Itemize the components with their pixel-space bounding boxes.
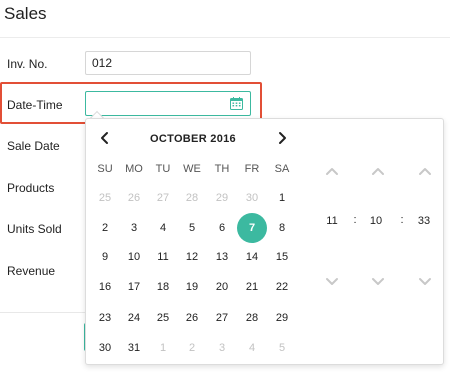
page-title: Sales [4,4,47,23]
day-cell[interactable]: 5 [267,333,297,363]
day-cell[interactable]: 21 [237,272,267,302]
day-cell[interactable]: 27 [207,303,237,333]
day-cell[interactable]: 30 [237,183,267,213]
chevron-left-icon[interactable] [96,129,114,147]
day-cell[interactable]: 6 [207,213,237,243]
title-divider [0,37,450,38]
day-cell[interactable]: 29 [207,183,237,213]
footer-divider [0,312,86,313]
day-cell[interactable]: 26 [119,183,149,213]
day-cell[interactable]: 3 [119,213,149,243]
day-cell-selected[interactable]: 7 [237,213,267,243]
weekday-label: MO [125,163,143,175]
day-cell[interactable]: 1 [148,333,178,363]
weekday-label: FR [244,163,260,175]
weekday-label: TH [214,163,230,175]
second-up-icon[interactable] [418,163,432,175]
hour-up-icon[interactable] [325,163,339,175]
day-cell[interactable]: 15 [267,242,297,272]
inv-no-field[interactable] [85,51,251,75]
day-cell[interactable]: 16 [90,272,120,302]
day-cell[interactable]: 14 [237,242,267,272]
day-cell[interactable]: 18 [148,272,178,302]
weekday-label: TU [155,163,171,175]
day-cell[interactable]: 31 [119,333,149,363]
hour-value[interactable]: 11 [320,215,344,227]
day-cell[interactable]: 17 [119,272,149,302]
day-cell[interactable]: 5 [177,213,207,243]
day-cell[interactable]: 24 [119,303,149,333]
day-cell[interactable]: 28 [177,183,207,213]
minute-value[interactable]: 10 [364,215,388,227]
day-cell[interactable]: 4 [237,333,267,363]
day-cell[interactable]: 29 [267,303,297,333]
day-cell[interactable]: 2 [90,213,120,243]
day-cell[interactable]: 19 [177,272,207,302]
products-label: Products [7,181,55,195]
minute-up-icon[interactable] [371,163,385,175]
day-cell[interactable]: 26 [177,303,207,333]
day-cell[interactable]: 30 [90,333,120,363]
day-cell[interactable]: 23 [90,303,120,333]
time-separator: : [400,214,404,226]
day-cell[interactable]: 1 [267,183,297,213]
datetime-label: Date-Time [7,98,63,112]
day-cell[interactable]: 25 [148,303,178,333]
sale-date-label: Sale Date [7,139,60,153]
day-cell[interactable]: 13 [207,242,237,272]
day-cell[interactable]: 9 [90,242,120,272]
day-cell[interactable]: 11 [148,242,178,272]
weekday-label: WE [183,163,201,175]
weekday-label: SU [97,163,113,175]
day-cell[interactable]: 25 [90,183,120,213]
units-sold-label: Units Sold [7,222,62,236]
day-cell[interactable]: 12 [177,242,207,272]
day-cell[interactable]: 2 [177,333,207,363]
day-cell[interactable]: 3 [207,333,237,363]
day-cell[interactable]: 22 [267,272,297,302]
time-separator: : [353,214,357,226]
day-cell[interactable]: 10 [119,242,149,272]
day-cell[interactable]: 27 [148,183,178,213]
calendar-icon[interactable] [230,97,243,110]
day-cell[interactable]: 8 [267,213,297,243]
day-cell[interactable]: 4 [148,213,178,243]
datetime-field[interactable] [85,91,251,116]
hour-down-icon[interactable] [325,274,339,285]
weekday-label: SA [274,163,290,175]
second-down-icon[interactable] [418,274,432,285]
month-title: OCTOBER 2016 [150,133,236,145]
datetime-picker: OCTOBER 2016 SU MO TU WE TH FR SA 25 26 27 28 29 30… [85,118,444,365]
revenue-label: Revenue [7,264,56,278]
second-value[interactable]: 33 [412,215,436,227]
day-cell[interactable]: 20 [207,272,237,302]
chevron-right-icon[interactable] [273,129,291,147]
minute-down-icon[interactable] [371,274,385,285]
day-cell[interactable]: 28 [237,303,267,333]
inv-no-label: Inv. No. [7,57,48,71]
